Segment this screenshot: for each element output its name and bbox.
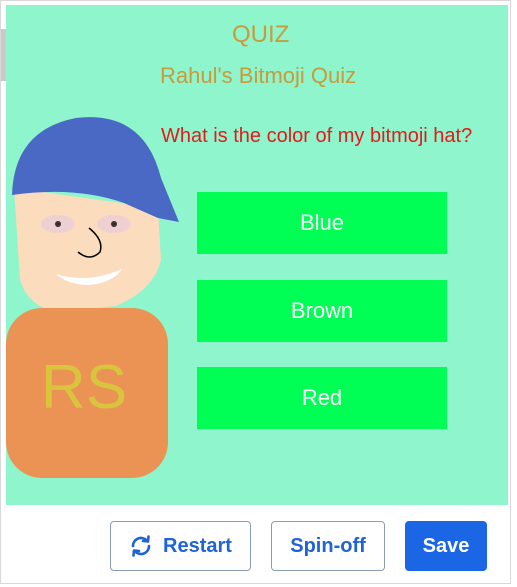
shirt-initials: RS: [41, 353, 127, 422]
bitmoji-avatar: RS: [6, 117, 179, 478]
answer-button-brown[interactable]: Brown: [197, 280, 447, 342]
answer-button-blue[interactable]: Blue: [197, 192, 447, 254]
bottom-toolbar: Restart Spin-off Save: [1, 506, 512, 586]
save-button[interactable]: Save: [405, 521, 487, 571]
app-frame: QUIZ Rahul's Bitmoji Quiz What is the co…: [0, 0, 511, 584]
quiz-canvas: QUIZ Rahul's Bitmoji Quiz What is the co…: [6, 5, 508, 505]
question-text: What is the color of my bitmoji hat?: [161, 125, 473, 147]
answer-button-red[interactable]: Red: [197, 367, 447, 429]
spin-off-button[interactable]: Spin-off: [271, 521, 385, 571]
refresh-icon: [129, 534, 153, 558]
quiz-subtitle: Rahul's Bitmoji Quiz: [160, 63, 357, 88]
restart-label: Restart: [163, 534, 232, 557]
quiz-title: QUIZ: [232, 21, 290, 48]
restart-button[interactable]: Restart: [110, 521, 251, 571]
